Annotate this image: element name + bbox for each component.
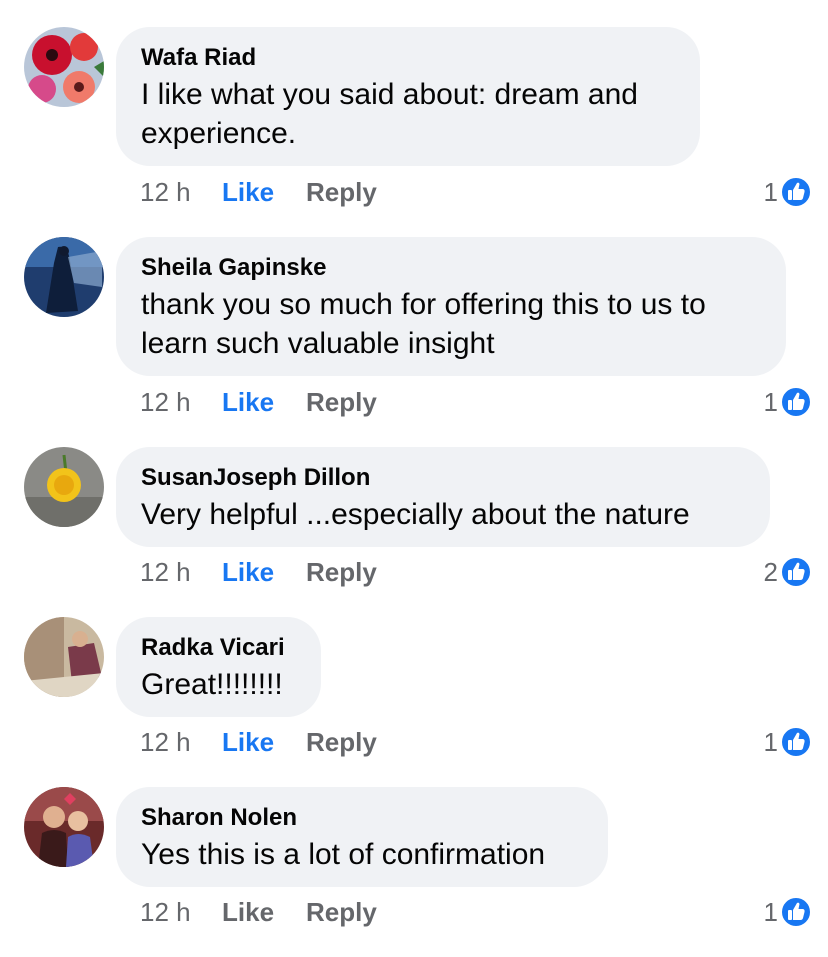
comment-actions: 12 h Like Reply (140, 892, 820, 932)
thumbs-up-icon (780, 176, 812, 208)
comment-bubble: Radka Vicari Great!!!!!!!! (116, 617, 321, 717)
comment-timestamp[interactable]: 12 h (140, 722, 191, 762)
comment-author[interactable]: Radka Vicari (141, 631, 295, 665)
reaction-count: 2 (763, 556, 778, 587)
thumbs-up-icon (780, 386, 812, 418)
comment-text: Yes this is a lot of confirmation (141, 838, 546, 871)
comment-bubble: Sharon Nolen Yes this is a lot of confir… (116, 787, 608, 887)
comment-timestamp[interactable]: 12 h (140, 552, 191, 592)
comment-timestamp[interactable]: 12 h (140, 172, 191, 212)
reply-button[interactable]: Reply (306, 722, 377, 762)
comment-text: experience. (141, 117, 297, 150)
avatar[interactable] (24, 27, 104, 107)
like-button[interactable]: Like (222, 722, 274, 762)
comment-bubble: Sheila Gapinske thank you so much for of… (116, 237, 786, 376)
reaction-count: 1 (763, 386, 778, 417)
thumbs-up-icon (780, 556, 812, 588)
like-button[interactable]: Like (222, 172, 274, 212)
reaction-summary[interactable]: 1 (764, 172, 812, 212)
comment-author[interactable]: Sharon Nolen (141, 801, 582, 835)
avatar[interactable] (24, 787, 104, 867)
reaction-count: 1 (763, 176, 778, 207)
reaction-summary[interactable]: 1 (764, 722, 812, 762)
comment-actions: 12 h Like Reply (140, 382, 820, 422)
reaction-count: 1 (763, 896, 778, 927)
reply-button[interactable]: Reply (306, 892, 377, 932)
comment-timestamp[interactable]: 12 h (140, 382, 191, 422)
comment-bubble: Wafa Riad I like what you said about: dr… (116, 27, 700, 166)
comment-author[interactable]: Wafa Riad (141, 41, 674, 75)
comment-actions: 12 h Like Reply (140, 172, 820, 212)
comment-text: I like what you said about: dream and (141, 78, 638, 111)
comment-text: Great!!!!!!!! (141, 668, 283, 701)
comment-author[interactable]: SusanJoseph Dillon (141, 461, 744, 495)
reply-button[interactable]: Reply (306, 382, 377, 422)
comment-bubble: SusanJoseph Dillon Very helpful ...espec… (116, 447, 770, 547)
thumbs-up-icon (780, 896, 812, 928)
avatar[interactable] (24, 617, 104, 697)
comment: Radka Vicari Great!!!!!!!! 12 h Like Rep… (0, 617, 828, 787)
like-button[interactable]: Like (222, 552, 274, 592)
comment: Sharon Nolen Yes this is a lot of confir… (0, 787, 828, 957)
comment-author[interactable]: Sheila Gapinske (141, 251, 760, 285)
comment-text: learn such valuable insight (141, 327, 495, 360)
reaction-summary[interactable]: 1 (764, 382, 812, 422)
comment: SusanJoseph Dillon Very helpful ...espec… (0, 447, 828, 617)
reaction-count: 1 (763, 726, 778, 757)
avatar[interactable] (24, 447, 104, 527)
avatar[interactable] (24, 237, 104, 317)
comment-actions: 12 h Like Reply (140, 722, 820, 762)
comment-text: Very helpful ...especially about the nat… (141, 498, 690, 531)
reply-button[interactable]: Reply (306, 172, 377, 212)
like-button[interactable]: Like (222, 892, 274, 932)
comment-timestamp[interactable]: 12 h (140, 892, 191, 932)
comment-text: thank you so much for offering this to u… (141, 288, 706, 321)
reaction-summary[interactable]: 2 (764, 552, 812, 592)
comment: Wafa Riad I like what you said about: dr… (0, 27, 828, 208)
comment: Sheila Gapinske thank you so much for of… (0, 237, 828, 418)
reaction-summary[interactable]: 1 (764, 892, 812, 932)
thumbs-up-icon (780, 726, 812, 758)
like-button[interactable]: Like (222, 382, 274, 422)
comment-actions: 12 h Like Reply (140, 552, 820, 592)
reply-button[interactable]: Reply (306, 552, 377, 592)
